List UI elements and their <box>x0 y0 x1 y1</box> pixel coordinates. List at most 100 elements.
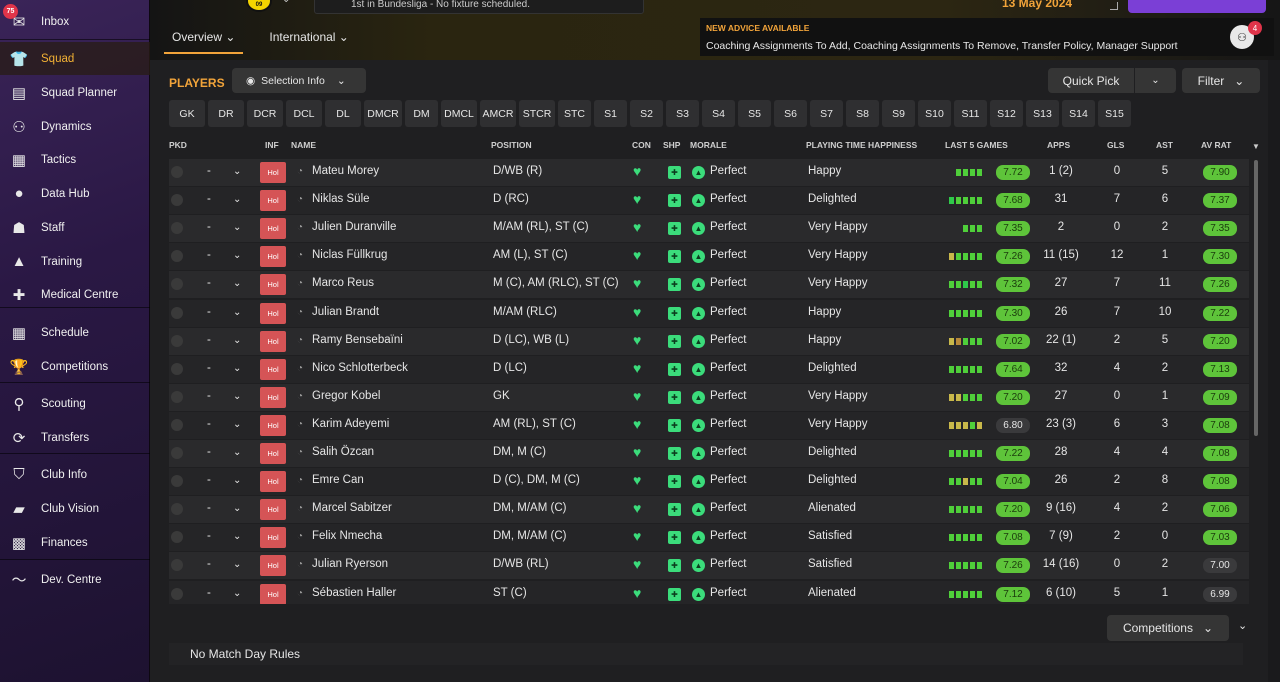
chevron-down-icon[interactable]: ⌄ <box>233 250 241 261</box>
player-name[interactable]: Marco Reus <box>312 277 374 289</box>
table-row[interactable]: - ⌄ Hol ◔ Gregor Kobel GK ♥ ✚ ▲ Perfect Very Happy… <box>169 383 1249 411</box>
sidebar-item-scouting[interactable]: ⚲ Scouting <box>0 387 150 420</box>
table-row[interactable]: - ⌄ Hol ◔ Julian Ryerson D/WB (RL) ♥ ✚ ▲ Perfect S… <box>169 552 1249 580</box>
table-row[interactable]: - ⌄ Hol ◔ Ramy Bensebaïni D (LC), WB (L) ♥ ✚ ▲ Pe… <box>169 327 1249 355</box>
position-button-s12[interactable]: S12 <box>990 100 1023 127</box>
sidebar-item-inbox[interactable]: ✉ Inbox <box>0 5 150 38</box>
chevron-down-icon[interactable]: ⌄ <box>233 194 241 205</box>
table-row[interactable]: - ⌄ Hol ◔ Sébastien Haller ST (C) ♥ ✚ ▲ Perfect Al… <box>169 580 1249 604</box>
pick-checkbox[interactable] <box>171 222 183 235</box>
chevron-down-icon[interactable]: ⌄ <box>233 335 241 346</box>
col-inf[interactable]: INF <box>265 140 279 150</box>
table-row[interactable]: - ⌄ Hol ◔ Salih Özcan DM, M (C) ♥ ✚ ▲ Perfect Deli… <box>169 440 1249 467</box>
player-name[interactable]: Karim Adeyemi <box>312 418 389 430</box>
position-button-s8[interactable]: S8 <box>846 100 879 127</box>
position-button-dcl[interactable]: DCL <box>286 100 322 127</box>
table-row[interactable]: - ⌄ Hol ◔ Mateu Morey D/WB (R) ♥ ✚ ▲ Perfect Happy… <box>169 159 1249 186</box>
col-apps[interactable]: APPS <box>1047 140 1070 150</box>
chevron-down-icon[interactable]: ⌄ <box>233 222 241 233</box>
table-row[interactable]: - ⌄ Hol ◔ Karim Adeyemi AM (RL), ST (C) ♥ ✚ ▲ Per… <box>169 411 1249 439</box>
col-pkd[interactable]: PKD <box>169 140 187 150</box>
table-row[interactable]: - ⌄ Hol ◔ Marco Reus M (C), AM (RLC), ST (C) ♥… <box>169 271 1249 299</box>
pick-checkbox[interactable] <box>171 418 183 431</box>
position-button-dm[interactable]: DM <box>405 100 438 127</box>
player-name[interactable]: Julian Brandt <box>312 306 379 318</box>
chevron-down-icon[interactable]: ⌄ <box>233 559 241 570</box>
player-name[interactable]: Julian Ryerson <box>312 558 388 570</box>
pick-checkbox[interactable] <box>171 587 183 600</box>
sidebar-item-dev-centre[interactable]: 〜 Dev. Centre <box>0 563 150 596</box>
player-name[interactable]: Niclas Füllkrug <box>312 249 387 261</box>
chevron-down-icon[interactable]: ⌄ <box>233 166 241 177</box>
sidebar-item-club-info[interactable]: ⛉ Club Info <box>0 458 150 491</box>
player-name[interactable]: Salih Özcan <box>312 446 374 458</box>
date-chevron-icon[interactable] <box>1110 2 1118 10</box>
sidebar-item-finances[interactable]: ▩ Finances <box>0 526 150 559</box>
position-button-stc[interactable]: STC <box>558 100 591 127</box>
player-name[interactable]: Julien Duranville <box>312 221 396 233</box>
chevron-down-icon[interactable]: ⌄ <box>233 588 241 599</box>
table-row[interactable]: - ⌄ Hol ◔ Niclas Füllkrug AM (L), ST (C) ♥ ✚ ▲ Pe… <box>169 243 1249 271</box>
position-button-s7[interactable]: S7 <box>810 100 843 127</box>
filter-button[interactable]: Filter ⌄ <box>1182 68 1260 93</box>
position-button-dl[interactable]: DL <box>325 100 361 127</box>
position-button-s11[interactable]: S11 <box>954 100 987 127</box>
pick-checkbox[interactable] <box>171 306 183 319</box>
table-row[interactable]: - ⌄ Hol ◔ Julien Duranville M/AM (RL), ST (C)… <box>169 215 1249 243</box>
chevron-down-icon[interactable]: ⌄ <box>233 419 241 430</box>
position-button-dmcl[interactable]: DMCL <box>441 100 477 127</box>
pick-checkbox[interactable] <box>171 475 183 488</box>
position-button-stcr[interactable]: STCR <box>519 100 555 127</box>
tab-overview[interactable]: Overview ⌄ <box>164 28 244 54</box>
sidebar-item-squad-planner[interactable]: ▤ Squad Planner <box>0 76 150 109</box>
sidebar-item-schedule[interactable]: ▦ Schedule <box>0 316 150 349</box>
sidebar-item-medical-centre[interactable]: ✚ Medical Centre <box>0 278 150 311</box>
chevron-down-icon[interactable]: ⌄ <box>233 363 241 374</box>
sort-chevron-icon[interactable]: ▼ <box>1252 142 1260 151</box>
table-row[interactable]: - ⌄ Hol ◔ Julian Brandt M/AM (RLC) ♥ ✚ ▲ Perfect H… <box>169 299 1249 327</box>
pick-checkbox[interactable] <box>171 390 183 403</box>
table-row[interactable]: - ⌄ Hol ◔ Niklas Süle D (RC) ♥ ✚ ▲ Perfect Delight… <box>169 187 1249 215</box>
position-button-dmcr[interactable]: DMCR <box>364 100 402 127</box>
table-row[interactable]: - ⌄ Hol ◔ Felix Nmecha DM, M/AM (C) ♥ ✚ ▲ Perfect… <box>169 524 1249 552</box>
position-button-s6[interactable]: S6 <box>774 100 807 127</box>
player-name[interactable]: Gregor Kobel <box>312 390 380 402</box>
player-name[interactable]: Nico Schlotterbeck <box>312 362 408 374</box>
sidebar-item-training[interactable]: ▲ Training <box>0 245 150 278</box>
chevron-down-icon[interactable]: ⌄ <box>233 278 241 289</box>
sidebar-item-transfers[interactable]: ⟳ Transfers <box>0 421 150 454</box>
table-row[interactable]: - ⌄ Hol ◔ Emre Can D (C), DM, M (C) ♥ ✚ ▲ Perfect… <box>169 468 1249 496</box>
pick-checkbox[interactable] <box>171 559 183 572</box>
competitions-button[interactable]: Competitions ⌄ <box>1107 615 1229 641</box>
chevron-down-icon[interactable]: ⌄ <box>233 307 241 318</box>
tab-international[interactable]: International ⌄ <box>261 28 356 54</box>
player-name[interactable]: Felix Nmecha <box>312 530 382 542</box>
position-button-s2[interactable]: S2 <box>630 100 663 127</box>
sidebar-item-club-vision[interactable]: ▰ Club Vision <box>0 492 150 525</box>
col-con[interactable]: CON <box>632 140 651 150</box>
pick-checkbox[interactable] <box>171 503 183 516</box>
position-button-dr[interactable]: DR <box>208 100 244 127</box>
pick-checkbox[interactable] <box>171 166 183 178</box>
pick-checkbox[interactable] <box>171 250 183 263</box>
player-name[interactable]: Niklas Süle <box>312 193 370 205</box>
chevron-down-icon[interactable]: ⌄ <box>233 531 241 542</box>
position-button-s1[interactable]: S1 <box>594 100 627 127</box>
pick-checkbox[interactable] <box>171 194 183 207</box>
collapse-chevron-icon[interactable]: ⌄ <box>1238 619 1247 632</box>
col-morale[interactable]: MORALE <box>690 140 727 150</box>
continue-button[interactable] <box>1128 0 1266 13</box>
position-button-s9[interactable]: S9 <box>882 100 915 127</box>
chevron-down-icon[interactable]: ⌄ <box>282 0 290 5</box>
sidebar-item-staff[interactable]: ☗ Staff <box>0 211 150 244</box>
chevron-down-icon[interactable]: ⌄ <box>1135 75 1176 86</box>
chevron-down-icon[interactable]: ⌄ <box>233 475 241 486</box>
player-name[interactable]: Marcel Sabitzer <box>312 502 392 514</box>
chevron-down-icon[interactable]: ⌄ <box>233 447 241 458</box>
col-playing-time[interactable]: PLAYING TIME HAPPINESS <box>806 140 917 150</box>
table-row[interactable]: - ⌄ Hol ◔ Marcel Sabitzer DM, M/AM (C) ♥ ✚ ▲ Perf… <box>169 496 1249 524</box>
club-badge[interactable]: 09 <box>246 0 272 12</box>
player-name[interactable]: Emre Can <box>312 474 364 486</box>
player-name[interactable]: Mateu Morey <box>312 165 379 177</box>
col-position[interactable]: POSITION <box>491 140 532 150</box>
